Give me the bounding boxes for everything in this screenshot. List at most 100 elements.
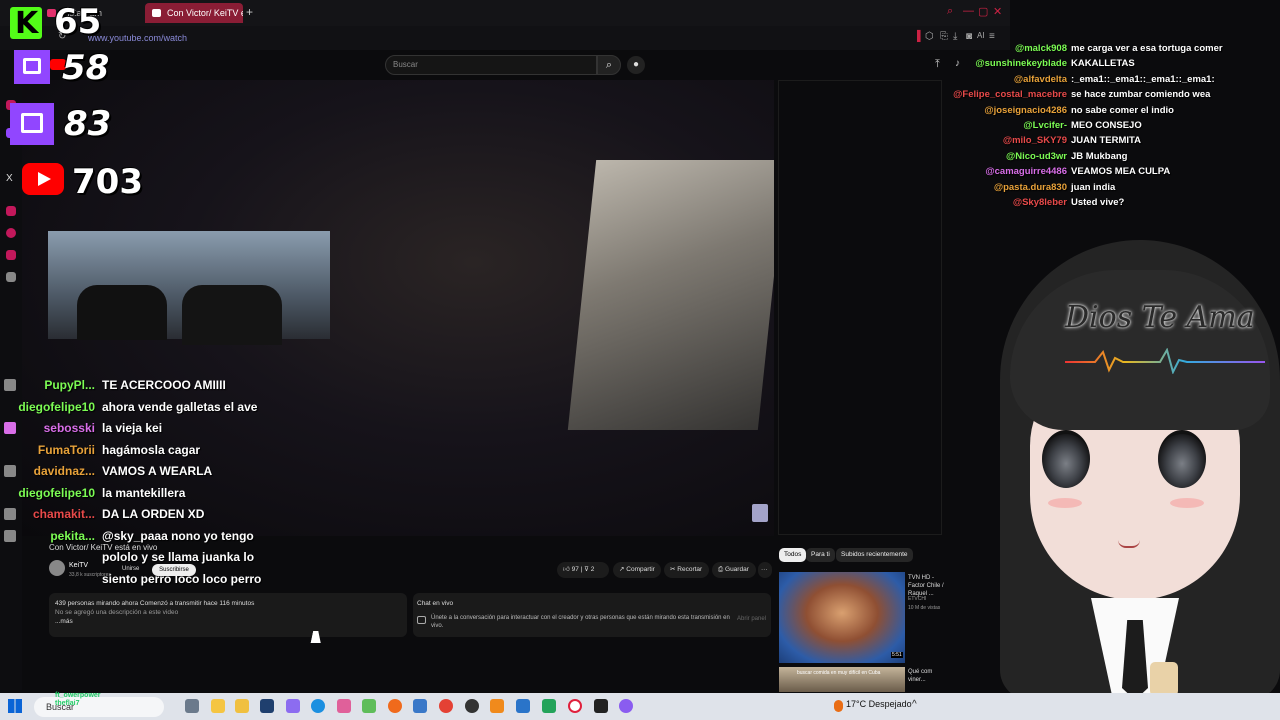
app-icon[interactable] — [594, 699, 608, 713]
description-text: No se agregó una descripción a este vide… — [55, 609, 179, 616]
chat-badge-icon — [4, 379, 16, 391]
chrome-icon[interactable] — [439, 699, 453, 713]
edge-icon[interactable] — [311, 699, 325, 713]
clip-button[interactable]: ✂ Recortar — [664, 562, 709, 578]
description-box[interactable]: 439 personas mirando ahora Comenzó a tra… — [49, 593, 407, 637]
like-count: 97 — [571, 566, 579, 573]
sidebar-more-icon[interactable] — [6, 272, 16, 282]
chat-username: FumaTorii — [37, 442, 95, 457]
chat-message: sebosski la vieja kei — [0, 419, 300, 441]
channel-watermark-icon[interactable] — [752, 504, 768, 522]
file-explorer-icon[interactable] — [211, 699, 225, 713]
avatar[interactable] — [49, 560, 65, 576]
chat-message: @camaguirre4486 VEAMOS MEA CULPA — [940, 165, 1280, 180]
channel-name[interactable]: KeiTV — [69, 562, 88, 569]
camera-icon[interactable]: ◙ — [966, 31, 972, 42]
chat-text: KAKALLETAS — [1071, 58, 1135, 70]
chat-badge-icon — [4, 422, 16, 434]
live-chat-title: Chat en vivo — [417, 600, 454, 607]
app-icon[interactable] — [516, 699, 530, 713]
chat-username: @Felipe_costal_macebre — [953, 89, 1067, 101]
mouse-cursor-icon — [310, 631, 324, 643]
description-more-link[interactable]: ...más — [55, 617, 401, 626]
chat-text: Usted vive? — [1071, 196, 1125, 208]
tab-youtube[interactable]: Con Victor/ KeiTV está — [145, 3, 243, 23]
chat-icon — [417, 616, 426, 624]
more-actions-button[interactable]: ··· — [758, 562, 772, 578]
chat-text: :_ema1::_ema1::_ema1::_ema1: — [1071, 73, 1215, 85]
opera-gx-icon[interactable] — [568, 699, 582, 713]
recommendation-thumbnail[interactable] — [779, 572, 905, 663]
url-text[interactable]: www.youtube.com/watch — [88, 33, 187, 43]
task-view-icon[interactable] — [185, 699, 199, 713]
search-input[interactable]: Buscar — [385, 55, 597, 75]
ai-extension-button[interactable]: AI — [977, 31, 985, 40]
app-v-icon[interactable] — [413, 699, 427, 713]
sidebar-toggle-icon[interactable]: ▌ — [917, 31, 924, 42]
app-v-icon[interactable] — [260, 699, 274, 713]
car-window-right — [567, 160, 774, 430]
twitch-icon — [14, 50, 50, 84]
firefox-icon[interactable] — [388, 699, 402, 713]
app-icon[interactable] — [337, 699, 351, 713]
menu-icon[interactable]: ≡ — [989, 31, 995, 42]
folder-icon[interactable] — [235, 699, 249, 713]
chat-badge-icon — [4, 529, 16, 542]
sidebar-settings-icon[interactable] — [6, 250, 16, 260]
chat-text: la vieja kei — [102, 421, 163, 435]
overlay-username: theflai7 — [55, 700, 80, 707]
share-button[interactable]: ↗ Compartir — [613, 562, 661, 578]
chip-for-you[interactable]: Para ti — [806, 548, 835, 562]
join-button[interactable]: Unirse — [122, 566, 139, 572]
bookmark-icon[interactable]: ⬡ — [925, 31, 934, 42]
app-icon[interactable] — [542, 699, 556, 713]
chat-text: se hace zumbar comiendo wea — [1071, 89, 1211, 101]
obs-icon[interactable] — [465, 699, 479, 713]
maximize-icon[interactable]: ▢ — [978, 5, 988, 18]
chip-all[interactable]: Todos — [779, 548, 807, 562]
chat-text: no sabe comer el indio — [1071, 104, 1174, 116]
search-tabs-icon[interactable]: ⌕ — [947, 5, 953, 18]
app-icon[interactable] — [619, 699, 633, 713]
sidebar-x-icon[interactable]: X — [6, 173, 13, 184]
download-icon[interactable]: ⤓ — [953, 31, 957, 42]
chat-badge-icon — [4, 465, 16, 477]
sidebar-history-icon[interactable] — [6, 228, 16, 238]
like-dislike-button[interactable]: 👍︎ 97 | ⊽ 2 — [557, 562, 609, 578]
open-chat-button[interactable]: Abrir panel — [737, 616, 766, 622]
discord-icon[interactable] — [286, 699, 300, 713]
chip-recently-uploaded[interactable]: Subidos recientemente — [836, 548, 913, 562]
windows-start-icon[interactable] — [8, 699, 22, 713]
search-button[interactable]: ⌕ — [597, 55, 621, 75]
close-icon[interactable]: ✕ — [993, 5, 1002, 18]
app-icon[interactable] — [490, 699, 504, 713]
weather-icon — [834, 700, 843, 712]
share-page-icon[interactable]: ⎘ — [940, 31, 948, 42]
new-tab-button[interactable]: + — [246, 5, 253, 19]
chat-username: @milo_SKY79 — [1002, 135, 1067, 147]
twitch-viewer-count: 83 — [64, 104, 112, 144]
chat-username: @Sky8leber — [1012, 196, 1067, 208]
save-button[interactable]: ⎙ Guardar — [712, 562, 756, 578]
car-seat — [77, 285, 167, 340]
chat-text: @sky_paaa nono yo tengo — [102, 528, 254, 543]
recommendation-channel[interactable]: ETVCHI — [908, 596, 926, 602]
weather-text[interactable]: 17°C Despejado — [846, 699, 912, 709]
subscribe-button[interactable]: Suscribirse — [152, 564, 196, 576]
chat-username: sebosski — [43, 421, 95, 435]
minimize-icon[interactable]: — — [963, 5, 974, 17]
share-label: Compartir — [626, 566, 655, 573]
microphone-icon[interactable]: ● — [627, 56, 645, 74]
chat-message: PupyPl... TE ACERCOOO AMIIII — [0, 376, 300, 398]
tray-chevron-icon[interactable]: ^ — [912, 699, 917, 710]
chat-message: diegofelipe10 la mantekillera — [0, 484, 300, 506]
chat-message: @sunshinekeyblade KAKALLETAS — [940, 57, 1280, 72]
chat-message: @milo_SKY79 JUAN TERMITA — [940, 134, 1280, 149]
bookmark-save-icon: ⎙ — [718, 566, 726, 573]
app-icon[interactable] — [362, 699, 376, 713]
chat-badge-icon — [4, 508, 16, 520]
chat-message: FumaTorii hagámosla cagar — [0, 441, 300, 463]
sidebar-app-icon[interactable] — [6, 206, 16, 216]
heartbeat-line-icon — [1065, 348, 1265, 374]
chat-text: ahora vende galletas el ave — [102, 399, 258, 414]
